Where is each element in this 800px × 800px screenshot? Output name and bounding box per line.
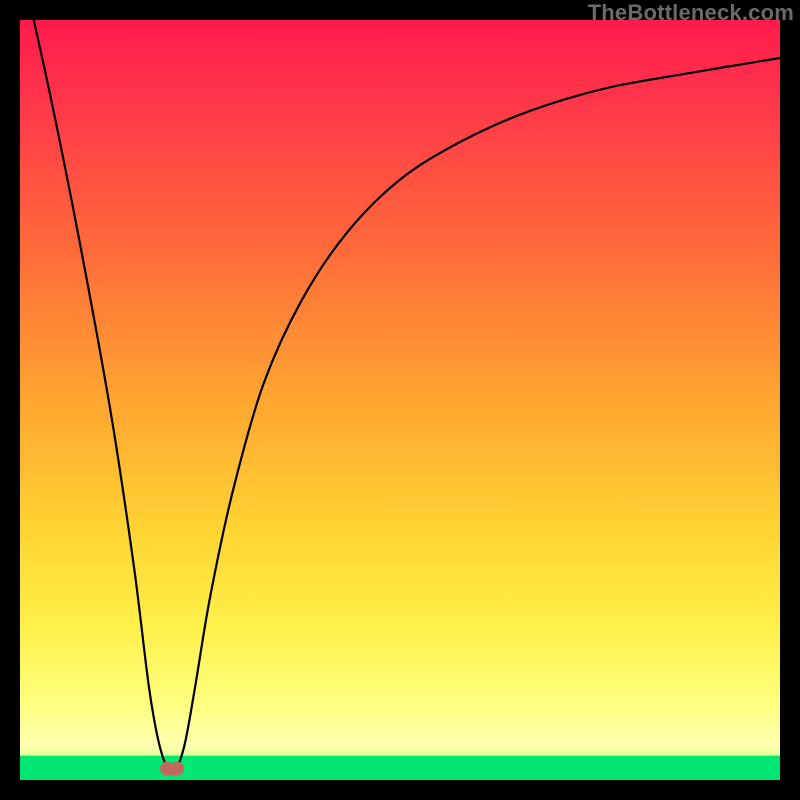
gradient-background: [20, 20, 780, 780]
bottom-green-band: [20, 756, 780, 780]
watermark-text: TheBottleneck.com: [588, 0, 794, 26]
chart-svg: [20, 20, 780, 780]
chart-frame: [20, 20, 780, 780]
